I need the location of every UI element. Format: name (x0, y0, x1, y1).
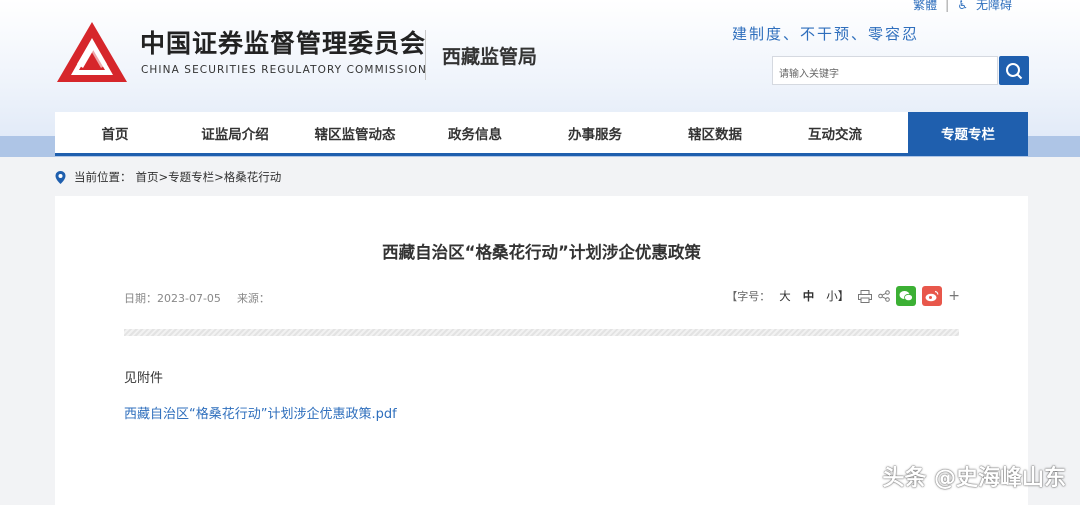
nav-item-home[interactable]: 首页 (55, 112, 175, 153)
article-meta: 日期：2023-07-05 来源： (124, 290, 270, 306)
breadcrumb-prefix: 当前位置： (74, 170, 132, 184)
search-input[interactable]: 请输入关键字 (772, 56, 998, 85)
font-size-small-button[interactable]: 小】 (823, 288, 852, 304)
org-name-cn: 中国证券监督管理委员会 (140, 29, 427, 58)
source-field: 来源： (237, 290, 270, 306)
article-card: 西藏自治区“格桑花行动”计划涉企优惠政策 日期：2023-07-05 来源： 【… (55, 196, 1028, 505)
nav-item-regulatory-news[interactable]: 辖区监管动态 (295, 112, 415, 153)
bureau-name: 西藏监管局 (442, 46, 538, 68)
nav-item-regional-data[interactable]: 辖区数据 (655, 112, 775, 153)
weibo-share-icon[interactable] (922, 286, 943, 306)
nav-item-bureau-intro[interactable]: 证监局介绍 (175, 112, 295, 153)
breadcrumb-path[interactable]: 首页>专题专栏>格桑花行动 (136, 169, 282, 185)
font-size-label: 【字号： (726, 290, 771, 303)
search-button[interactable] (999, 56, 1029, 85)
share-icon[interactable] (878, 290, 891, 302)
location-pin-icon (55, 170, 66, 184)
watermark: 头条 @史海峰山东 (882, 466, 1066, 491)
org-name-en: CHINA SECURITIES REGULATORY COMMISSION (141, 64, 427, 76)
slogan: 建制度、不干预、零容忍 (732, 25, 920, 43)
nav-item-special-topics[interactable]: 专题专栏 (908, 112, 1028, 153)
top-links-separator: | (945, 0, 950, 12)
date-label: 日期： (124, 292, 157, 305)
traditional-chinese-link[interactable]: 繁體 (913, 0, 937, 13)
search-icon (1006, 62, 1023, 79)
source-label: 来源： (236, 292, 270, 305)
logo-divider (425, 30, 426, 80)
font-size-medium-button[interactable]: 中 (800, 288, 818, 304)
accessibility-link[interactable]: 无障碍 (976, 0, 1012, 13)
csrc-logo[interactable] (55, 20, 129, 86)
nav-item-services[interactable]: 办事服务 (535, 112, 655, 153)
breadcrumb: 当前位置： 首页>专题专栏>格桑花行动 (55, 169, 281, 185)
date-value: 2023-07-05 (157, 292, 221, 305)
article-body: 见附件 (124, 371, 164, 386)
wechat-share-icon[interactable] (896, 286, 917, 306)
main-nav: 首页 证监局介绍 辖区监管动态 政务信息 办事服务 辖区数据 互动交流 专题专栏 (55, 112, 1028, 156)
meta-divider (124, 329, 959, 336)
font-size-large-button[interactable]: 大 (776, 288, 794, 304)
article-tools: 【字号： 大 中 小】 + (726, 286, 960, 306)
nav-item-interaction[interactable]: 互动交流 (775, 112, 895, 153)
more-share-icon[interactable]: + (948, 288, 960, 304)
article-title: 西藏自治区“格桑花行动”计划涉企优惠政策 (382, 243, 701, 262)
print-icon[interactable] (858, 289, 873, 303)
top-links: 繁體 | ♿ 无障碍 (913, 0, 1012, 13)
date-field: 日期：2023-07-05 (124, 290, 221, 306)
nav-item-government-info[interactable]: 政务信息 (415, 112, 535, 153)
attachment-link[interactable]: 西藏自治区“格桑花行动”计划涉企优惠政策.pdf (124, 403, 397, 422)
accessibility-icon: ♿ (957, 0, 968, 12)
